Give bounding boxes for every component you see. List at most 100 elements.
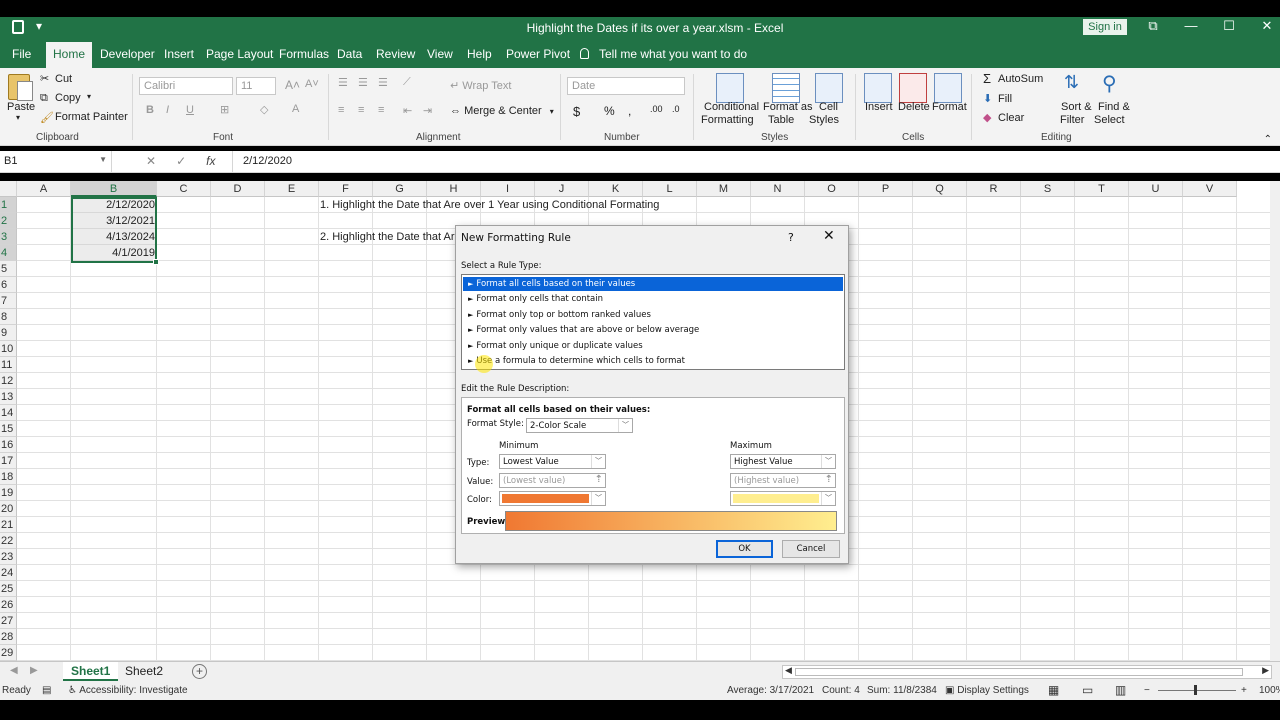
percent-icon[interactable]: % — [604, 104, 615, 118]
dialog-close-icon[interactable]: ✕ — [823, 228, 835, 244]
insert-cells-button[interactable]: Insert — [865, 101, 893, 113]
help-icon[interactable]: ? — [788, 231, 794, 244]
decrease-indent-icon[interactable]: ⇤ — [403, 104, 412, 117]
tell-me-search[interactable]: Tell me what you want to do — [580, 47, 747, 61]
minimize-button[interactable]: — — [1176, 18, 1206, 33]
sort-filter-label[interactable]: Sort & — [1061, 101, 1092, 113]
number-format-box[interactable]: Date — [567, 77, 685, 95]
insert-cells-icon[interactable] — [864, 73, 892, 103]
prev-sheet-icon[interactable]: ◀ — [10, 665, 18, 676]
wrap-text-button[interactable]: ↵ Wrap Text — [450, 79, 511, 92]
font-color-icon[interactable]: A — [292, 103, 299, 115]
tab-formulas[interactable]: Formulas — [279, 47, 329, 61]
align-center-icon[interactable]: ≡ — [358, 104, 364, 116]
tab-power-pivot[interactable]: Power Pivot — [506, 47, 570, 61]
page-break-view-icon[interactable]: ▥ — [1115, 683, 1126, 697]
formula-input[interactable]: 2/12/2020 — [232, 151, 1280, 173]
column-header[interactable]: F — [319, 181, 373, 197]
format-painter-button[interactable]: Format Painter — [55, 111, 128, 123]
row-header[interactable]: 5 — [0, 261, 17, 277]
zoom-out-icon[interactable]: − — [1144, 685, 1150, 696]
column-header[interactable]: C — [157, 181, 211, 197]
next-sheet-icon[interactable]: ▶ — [30, 665, 38, 676]
max-value-input[interactable]: (Highest value) ⇡ — [730, 473, 836, 488]
column-header[interactable]: G — [373, 181, 427, 197]
cancel-button[interactable]: Cancel — [782, 540, 840, 558]
tab-insert[interactable]: Insert — [164, 47, 194, 61]
row-header[interactable]: 2 — [0, 213, 17, 229]
column-header[interactable]: V — [1183, 181, 1237, 197]
tab-home[interactable]: Home — [46, 42, 93, 68]
autosum-button[interactable]: AutoSum — [998, 73, 1043, 85]
cut-button[interactable]: Cut — [55, 73, 72, 85]
column-header[interactable]: J — [535, 181, 589, 197]
column-header[interactable]: I — [481, 181, 535, 197]
row-header[interactable]: 23 — [0, 549, 17, 565]
max-type-select[interactable]: Highest Value ﹀ — [730, 454, 836, 469]
add-sheet-icon[interactable]: + — [192, 664, 207, 679]
column-header[interactable]: E — [265, 181, 319, 197]
horizontal-scrollbar[interactable]: ◀ ▶ — [782, 665, 1272, 679]
macro-record-icon[interactable]: ▤ — [42, 685, 51, 696]
zoom-slider-thumb[interactable] — [1194, 685, 1197, 695]
row-header[interactable]: 21 — [0, 517, 17, 533]
column-header[interactable]: R — [967, 181, 1021, 197]
fill-button[interactable]: Fill — [998, 93, 1012, 105]
row-header[interactable]: 24 — [0, 565, 17, 581]
row-header[interactable]: 20 — [0, 501, 17, 517]
display-settings[interactable]: ▣ Display Settings — [945, 685, 1029, 696]
row-header[interactable]: 19 — [0, 485, 17, 501]
max-color-picker[interactable]: ﹀ — [730, 491, 836, 506]
column-header[interactable]: P — [859, 181, 913, 197]
row-header[interactable]: 22 — [0, 533, 17, 549]
conditional-formatting-label[interactable]: Conditional — [704, 101, 759, 113]
name-box-dropdown-icon[interactable]: ▼ — [99, 155, 107, 164]
orientation-icon[interactable]: ⟋ — [403, 76, 411, 89]
paste-dropdown-icon[interactable]: ▾ — [16, 113, 20, 122]
collapse-ribbon-icon[interactable]: ⌃ — [1264, 134, 1272, 145]
row-header[interactable]: 6 — [0, 277, 17, 293]
column-header[interactable]: A — [17, 181, 71, 197]
vertical-scrollbar[interactable] — [1270, 181, 1280, 661]
copy-button[interactable]: Copy — [55, 92, 81, 104]
rule-type-item[interactable]: ► Format all cells based on their values — [463, 277, 843, 291]
column-header[interactable]: U — [1129, 181, 1183, 197]
zoom-level[interactable]: 100% — [1259, 685, 1280, 696]
row-header[interactable]: 9 — [0, 325, 17, 341]
ribbon-display-icon[interactable]: ⧉ — [1138, 18, 1168, 34]
delete-cells-button[interactable]: Delete — [898, 101, 930, 113]
sort-filter-icon[interactable]: ⇅ — [1064, 72, 1079, 93]
column-header[interactable]: B — [71, 181, 157, 197]
font-name-box[interactable]: Calibri — [139, 77, 233, 95]
range-select-icon[interactable]: ⇡ — [595, 474, 603, 486]
cell-B4[interactable]: 4/1/2019 — [71, 245, 155, 261]
name-box[interactable]: B1 ▼ — [0, 151, 112, 173]
maximize-button[interactable]: ☐ — [1214, 18, 1244, 34]
column-header[interactable]: M — [697, 181, 751, 197]
column-header[interactable]: Q — [913, 181, 967, 197]
align-right-icon[interactable]: ≡ — [378, 104, 384, 116]
find-select-label[interactable]: Find & — [1098, 101, 1130, 113]
copy-dropdown-icon[interactable]: ▾ — [87, 92, 91, 101]
paste-icon[interactable] — [8, 74, 33, 101]
column-header[interactable]: O — [805, 181, 859, 197]
bottom-align-icon[interactable]: ☰ — [378, 76, 388, 89]
find-select-icon[interactable]: ⚲ — [1102, 71, 1117, 96]
row-header[interactable]: 15 — [0, 421, 17, 437]
cell-B2[interactable]: 3/12/2021 — [71, 213, 155, 229]
middle-align-icon[interactable]: ☰ — [358, 76, 368, 89]
rule-type-item[interactable]: ► Format only unique or duplicate values — [463, 339, 843, 353]
find-select-label-2[interactable]: Select — [1094, 114, 1125, 126]
row-header[interactable]: 26 — [0, 597, 17, 613]
currency-icon[interactable]: $ — [573, 104, 580, 119]
row-header[interactable]: 16 — [0, 437, 17, 453]
format-as-table-label[interactable]: Format as — [763, 101, 813, 113]
zoom-in-icon[interactable]: + — [1241, 685, 1247, 696]
sheet-tab-sheet1[interactable]: Sheet1 — [63, 662, 119, 681]
italic-icon[interactable]: I — [166, 104, 169, 116]
sheet-tab-sheet2[interactable]: Sheet2 — [117, 662, 171, 681]
enter-icon[interactable]: ✓ — [176, 154, 186, 168]
insert-function-icon[interactable]: fx — [206, 154, 215, 168]
sign-in-button[interactable]: Sign in — [1083, 19, 1127, 35]
range-select-icon[interactable]: ⇡ — [825, 474, 833, 486]
